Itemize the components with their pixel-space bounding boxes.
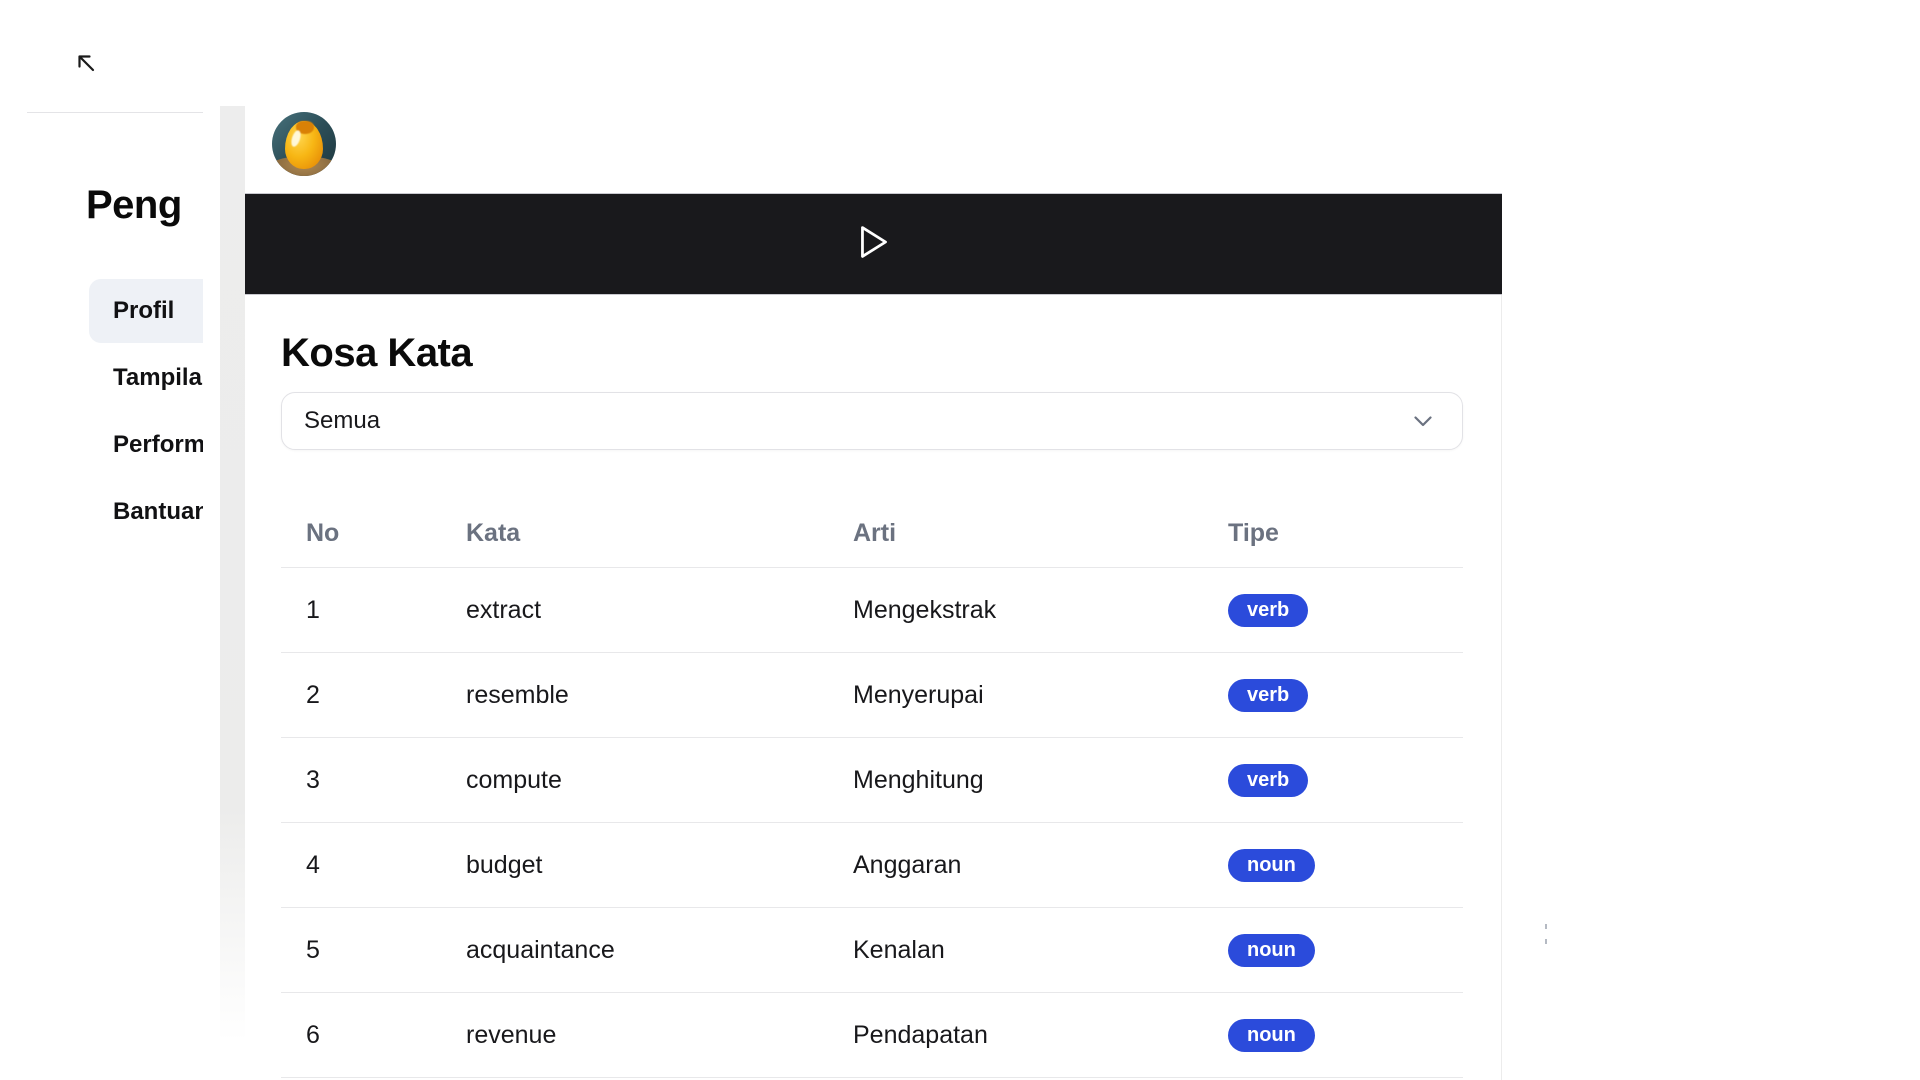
header-tipe: Tipe [1228,519,1463,548]
cell-tipe: noun [1228,849,1463,882]
header-no: No [306,519,466,548]
sidebar-item-tampilan[interactable]: Tampilan [89,346,203,410]
scrollbar-artifact [1545,939,1547,944]
filter-dropdown-value: Semua [304,407,1414,435]
panel-right-border [1501,295,1502,1080]
table-row: 2 resemble Menyerupai verb [281,653,1463,738]
sidebar-nav: Profil Tampilan Performa Bantuan [89,279,203,547]
table-row: 4 budget Anggaran noun [281,823,1463,908]
cell-tipe: verb [1228,764,1463,797]
type-badge: verb [1228,679,1308,712]
type-badge: verb [1228,594,1308,627]
type-badge: noun [1228,1019,1315,1052]
table-row: 3 compute Menghitung verb [281,738,1463,823]
page-title: Kosa Kata [281,331,472,376]
cell-tipe: noun [1228,934,1463,967]
cell-kata: acquaintance [466,936,853,965]
sidebar-item-profil[interactable]: Profil [89,279,203,343]
main-panel: Kosa Kata Semua No Kata Arti Tipe 1 extr… [245,0,1502,1080]
cell-no: 3 [306,766,466,795]
sidebar-item-performa[interactable]: Performa [89,413,203,477]
sidebar-item-bantuan[interactable]: Bantuan [89,480,203,544]
play-icon[interactable] [859,224,889,265]
table-row: 5 acquaintance Kenalan noun [281,908,1463,993]
table-row: 1 extract Mengekstrak verb [281,568,1463,653]
cell-tipe: verb [1228,594,1463,627]
header-arti: Arti [853,519,1228,548]
cell-arti: Menyerupai [853,681,1228,710]
cell-arti: Kenalan [853,936,1228,965]
cell-tipe: verb [1228,679,1463,712]
cell-no: 5 [306,936,466,965]
cell-no: 6 [306,1021,466,1050]
chevron-down-icon [1414,416,1432,427]
type-badge: noun [1228,849,1315,882]
avatar[interactable] [272,112,336,176]
screen: Peng Profil Tampilan Performa Bantuan [0,0,1920,1080]
cell-tipe: noun [1228,1019,1463,1052]
cell-no: 1 [306,596,466,625]
header-kata: Kata [466,519,853,548]
filter-dropdown[interactable]: Semua [281,392,1463,450]
table-header-row: No Kata Arti Tipe [281,500,1463,568]
player-bar[interactable] [245,193,1502,295]
settings-sidebar: Peng Profil Tampilan Performa Bantuan [0,0,203,1080]
scrollbar-artifact [1545,924,1547,929]
cell-arti: Anggaran [853,851,1228,880]
type-badge: verb [1228,764,1308,797]
cell-arti: Mengekstrak [853,596,1228,625]
panel-edge-gutter [220,106,245,1080]
cell-kata: revenue [466,1021,853,1050]
type-badge: noun [1228,934,1315,967]
vocab-table: No Kata Arti Tipe 1 extract Mengekstrak … [281,500,1463,1078]
table-row: 6 revenue Pendapatan noun [281,993,1463,1078]
sidebar-divider [27,112,203,113]
sidebar-title: Peng [86,183,203,228]
cell-kata: compute [466,766,853,795]
cell-kata: extract [466,596,853,625]
cell-arti: Menghitung [853,766,1228,795]
cell-no: 2 [306,681,466,710]
cell-kata: budget [466,851,853,880]
cell-no: 4 [306,851,466,880]
cell-kata: resemble [466,681,853,710]
cell-arti: Pendapatan [853,1021,1228,1050]
